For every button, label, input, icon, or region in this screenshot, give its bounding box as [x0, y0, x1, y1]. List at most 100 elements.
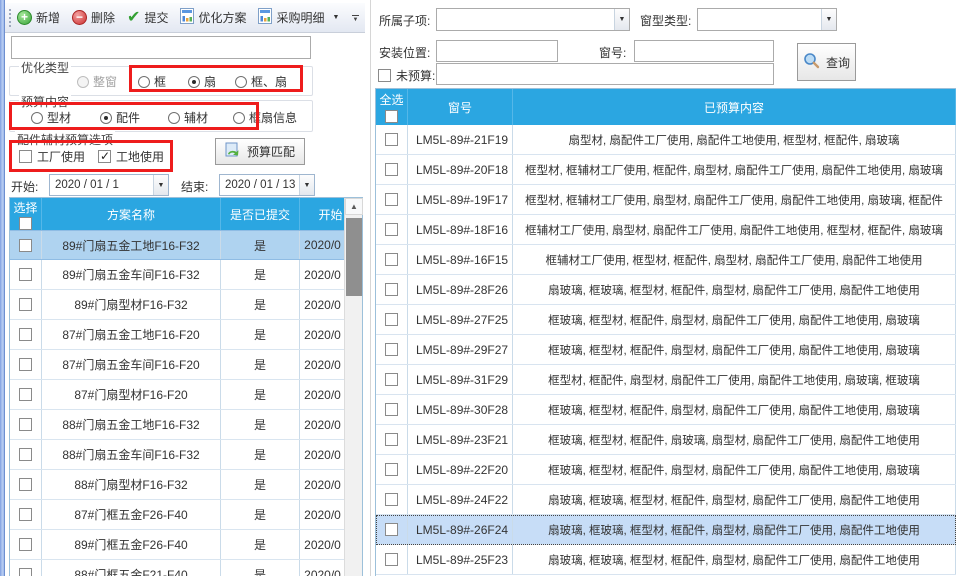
plan-row[interactable]: 88#门框五金F21-F40 是 2020/0 [10, 560, 346, 576]
plan-row-checkbox[interactable] [19, 418, 32, 431]
window-row[interactable]: LM5L-89#-30F28 框玻璃, 框型材, 框配件, 扇型材, 扇配件工厂… [376, 395, 956, 425]
unbudgeted-checkbox-item[interactable]: 未预算: [378, 67, 435, 84]
window-row[interactable]: LM5L-89#-22F20 框玻璃, 框型材, 框配件, 扇型材, 扇配件工厂… [376, 455, 956, 485]
window-row[interactable]: LM5L-89#-24F22 扇玻璃, 框玻璃, 框型材, 框配件, 扇型材, … [376, 485, 956, 515]
window-row-checkbox[interactable] [385, 553, 398, 566]
plan-filter-input[interactable] [11, 36, 311, 59]
window-row-checkbox[interactable] [385, 523, 398, 536]
toolbar-overflow-button[interactable]: ▼ [349, 9, 362, 29]
factory-use-checkbox[interactable] [19, 150, 32, 163]
window-row-checkbox[interactable] [385, 283, 398, 296]
plan-row[interactable]: 87#门扇五金工地F16-F20 是 2020/0 [10, 320, 346, 350]
plan-row-checkbox[interactable] [19, 538, 32, 551]
chevron-down-icon[interactable]: ▼ [332, 14, 339, 21]
window-no-column-header[interactable]: 窗号 [408, 89, 513, 125]
plan-row-checkbox[interactable] [19, 568, 32, 576]
window-row-checkbox[interactable] [385, 133, 398, 146]
plan-row-checkbox[interactable] [19, 268, 32, 281]
plan-table-scrollbar[interactable]: ▲ [344, 198, 362, 576]
chevron-down-icon[interactable]: ▼ [153, 175, 168, 195]
install-position-input[interactable] [436, 40, 558, 62]
window-row[interactable]: LM5L-89#-23F21 框玻璃, 框型材, 框配件, 扇玻璃, 扇型材, … [376, 425, 956, 455]
window-row-checkbox[interactable] [385, 403, 398, 416]
submit-button[interactable]: ✔ 提交 [127, 9, 168, 26]
window-row[interactable]: LM5L-89#-26F24 扇玻璃, 框玻璃, 框型材, 框配件, 扇型材, … [376, 515, 956, 545]
chevron-down-icon[interactable]: ▼ [299, 175, 314, 195]
select-all-plans-checkbox[interactable] [19, 217, 32, 230]
radio-sash[interactable]: 扇 [188, 73, 216, 90]
scroll-up-icon[interactable]: ▲ [345, 198, 363, 215]
unbudgeted-checkbox[interactable] [378, 69, 391, 82]
plan-name-column-header[interactable]: 方案名称 [42, 198, 221, 230]
plan-row[interactable]: 87#门扇型材F16-F20 是 2020/0 [10, 380, 346, 410]
plan-row[interactable]: 87#门框五金F26-F40 是 2020/0 [10, 500, 346, 530]
sub-item-select[interactable]: ▼ [436, 8, 630, 31]
purchase-detail-button[interactable]: 采购明细 ▼ [258, 8, 339, 27]
window-type-select[interactable]: ▼ [697, 8, 837, 31]
window-row[interactable]: LM5L-89#-28F26 扇玻璃, 框玻璃, 框型材, 框配件, 扇型材, … [376, 275, 956, 305]
budget-match-button[interactable]: 预算匹配 [215, 138, 305, 165]
window-row[interactable]: LM5L-89#-31F29 框型材, 框配件, 扇型材, 扇配件工厂使用, 扇… [376, 365, 956, 395]
add-button[interactable]: + 新增 [17, 9, 60, 26]
radio-profile[interactable]: 型材 [31, 109, 71, 126]
plan-row-checkbox[interactable] [19, 358, 32, 371]
chevron-down-icon[interactable]: ▼ [614, 9, 629, 30]
window-row-checkbox[interactable] [385, 223, 398, 236]
radio-frame-sash-info[interactable]: 框扇信息 [233, 109, 297, 126]
window-no-input[interactable] [634, 40, 774, 62]
plan-row[interactable]: 88#门扇五金车间F16-F32 是 2020/0 [10, 440, 346, 470]
window-row[interactable]: LM5L-89#-25F23 扇玻璃, 框玻璃, 框型材, 框配件, 扇型材, … [376, 545, 956, 575]
start-date-picker[interactable]: 2020 / 01 / 1 ▼ [49, 174, 169, 196]
window-row[interactable]: LM5L-89#-29F27 框玻璃, 框型材, 框配件, 扇型材, 扇配件工厂… [376, 335, 956, 365]
window-row-checkbox[interactable] [385, 253, 398, 266]
plan-row[interactable]: 88#门扇五金工地F16-F32 是 2020/0 [10, 410, 346, 440]
window-row-checkbox[interactable] [385, 373, 398, 386]
panel-splitter[interactable] [365, 0, 375, 576]
scrollbar-thumb[interactable] [346, 218, 362, 296]
window-row-checkbox[interactable] [385, 463, 398, 476]
site-use-checkbox[interactable] [98, 150, 111, 163]
window-row-checkbox[interactable] [385, 163, 398, 176]
end-date-picker[interactable]: 2020 / 01 / 13 ▼ [219, 174, 315, 196]
toolbar-grip[interactable] [8, 8, 12, 28]
plan-row-checkbox[interactable] [19, 388, 32, 401]
window-row[interactable]: LM5L-89#-19F17 框型材, 框辅材工厂使用, 扇型材, 扇配件工厂使… [376, 185, 956, 215]
window-row-checkbox[interactable] [385, 493, 398, 506]
window-row-checkbox[interactable] [385, 343, 398, 356]
radio-auxiliary[interactable]: 辅材 [168, 109, 208, 126]
plan-row-checkbox[interactable] [19, 328, 32, 341]
window-row-checkbox[interactable] [385, 193, 398, 206]
radio-frame[interactable]: 框 [138, 73, 166, 90]
plan-row[interactable]: 89#门框五金F26-F40 是 2020/0 [10, 530, 346, 560]
window-row[interactable]: LM5L-89#-27F25 框玻璃, 框型材, 框配件, 扇型材, 扇配件工厂… [376, 305, 956, 335]
window-row[interactable]: LM5L-89#-20F18 框型材, 框辅材工厂使用, 框配件, 扇型材, 扇… [376, 155, 956, 185]
window-row[interactable]: LM5L-89#-21F19 扇型材, 扇配件工厂使用, 扇配件工地使用, 框型… [376, 125, 956, 155]
plan-row[interactable]: 89#门扇型材F16-F32 是 2020/0 [10, 290, 346, 320]
window-row-checkbox[interactable] [385, 313, 398, 326]
plan-row-checkbox[interactable] [19, 448, 32, 461]
radio-whole-window[interactable]: 整窗 [77, 73, 117, 90]
plan-row-checkbox[interactable] [19, 478, 32, 491]
plan-row[interactable]: 87#门扇五金车间F16-F20 是 2020/0 [10, 350, 346, 380]
delete-button[interactable]: − 删除 [72, 9, 115, 26]
plan-row[interactable]: 89#门扇五金车间F16-F32 是 2020/0 [10, 260, 346, 290]
plan-row-checkbox[interactable] [19, 298, 32, 311]
unbudgeted-input[interactable] [436, 63, 774, 85]
site-use-checkbox-item[interactable]: 工地使用 [98, 148, 164, 165]
plan-row[interactable]: 89#门扇五金工地F16-F32 是 2020/0 [10, 230, 346, 260]
budgeted-content-column-header[interactable]: 已预算内容 [513, 89, 956, 125]
plan-row-checkbox[interactable] [19, 508, 32, 521]
window-row-checkbox[interactable] [385, 433, 398, 446]
chevron-down-icon[interactable]: ▼ [821, 9, 836, 30]
window-row[interactable]: LM5L-89#-18F16 框辅材工厂使用, 扇型材, 扇配件工厂使用, 扇配… [376, 215, 956, 245]
radio-accessory[interactable]: 配件 [100, 109, 140, 126]
radio-frame-sash[interactable]: 框、扇 [235, 73, 287, 90]
window-row[interactable]: LM5L-89#-16F15 框辅材工厂使用, 框型材, 框配件, 扇型材, 扇… [376, 245, 956, 275]
optimize-plan-button[interactable]: 优化方案 [180, 8, 246, 27]
submitted-column-header[interactable]: 是否已提交 [221, 198, 300, 230]
plan-row-checkbox[interactable] [19, 239, 32, 252]
plan-row[interactable]: 88#门扇型材F16-F32 是 2020/0 [10, 470, 346, 500]
factory-use-checkbox-item[interactable]: 工厂使用 [19, 148, 85, 165]
query-button[interactable]: 查询 [797, 43, 856, 81]
select-all-windows-checkbox[interactable] [385, 110, 398, 123]
